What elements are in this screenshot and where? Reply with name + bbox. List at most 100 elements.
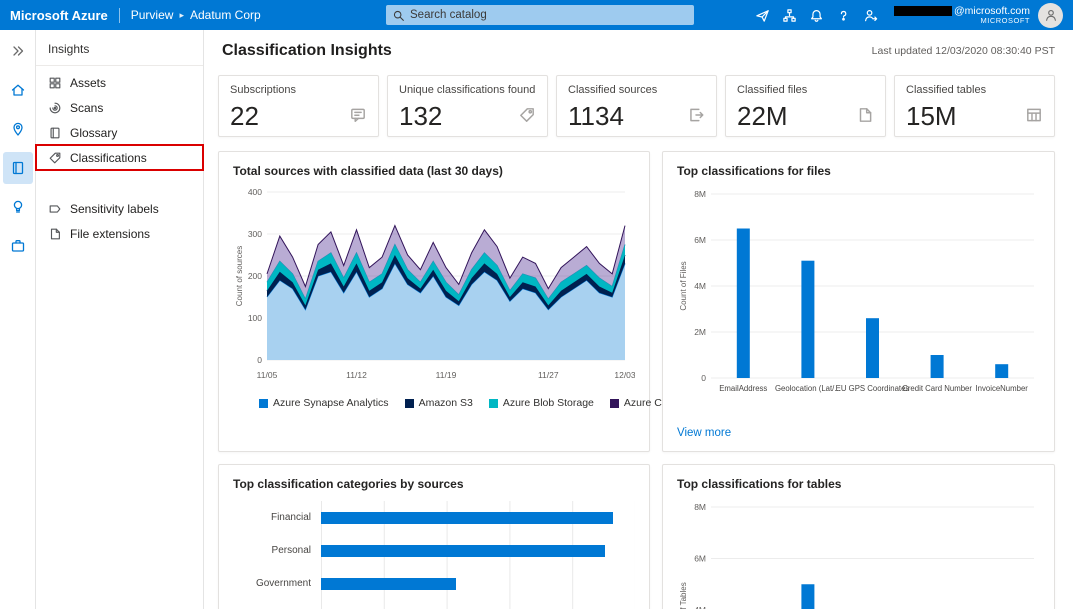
hbar-row-government: Government [233, 567, 635, 600]
svg-text:Credit Card Number: Credit Card Number [902, 384, 972, 393]
svg-text:EU GPS Coordinates: EU GPS Coordinates [836, 384, 910, 393]
brand-divider [119, 8, 120, 23]
legend-item: Azure Synapse Analytics [259, 397, 389, 409]
export-icon [687, 106, 705, 124]
stat-card-classified-tables: Classified tables 15M [894, 75, 1055, 137]
tag-icon [48, 151, 62, 165]
svg-text:4M: 4M [694, 281, 706, 291]
sidebar-item-scans[interactable]: Scans [36, 95, 203, 120]
card-top-classifications-tables: Top classifications for tables 02M4M6M8M… [662, 464, 1055, 609]
legend-swatch [405, 399, 414, 408]
stat-label: Classified files [737, 84, 874, 96]
sidebar-item-classifications[interactable]: Classifications [36, 145, 203, 170]
svg-text:Count of sources: Count of sources [235, 246, 244, 306]
svg-text:6M: 6M [694, 235, 706, 245]
hbar-category-label: Government [233, 567, 321, 600]
bell-button[interactable] [803, 0, 830, 30]
feedback-icon [863, 8, 878, 23]
breadcrumb-app[interactable]: Purview [131, 8, 174, 22]
bulb-icon [10, 199, 26, 215]
hbar-category-label: Security [233, 600, 321, 609]
svg-text:11/05: 11/05 [257, 370, 278, 380]
org-button[interactable] [776, 0, 803, 30]
case-icon [10, 238, 26, 254]
sidebar-spacer [36, 170, 203, 196]
chevrons-icon [10, 43, 26, 59]
stat-label: Classified tables [906, 84, 1043, 96]
main-header: Classification Insights Last updated 12/… [204, 30, 1073, 67]
stat-label: Subscriptions [230, 84, 367, 96]
page-body: Insights Assets Scans Glossary Classificati… [0, 30, 1073, 609]
hbar-row-personal: Personal [233, 534, 635, 567]
account-info: @microsoft.com MICROSOFT [894, 5, 1030, 26]
legend-item: Azure Blob Storage [489, 397, 594, 409]
legend-swatch [489, 399, 498, 408]
sidebar-item-label: File extensions [70, 227, 150, 241]
sidebar-item-glossary[interactable]: Glossary [36, 120, 203, 145]
svg-text:11/27: 11/27 [538, 370, 559, 380]
hbar-bar [321, 545, 605, 557]
svg-text:100: 100 [248, 313, 262, 323]
send-button[interactable] [749, 0, 776, 30]
stat-card-unique-classifications-found: Unique classifications found132 [387, 75, 548, 137]
feedback-button[interactable] [857, 0, 884, 30]
page-title: Classification Insights [222, 42, 392, 60]
rail-sources[interactable] [3, 113, 33, 145]
redacted-account-name [894, 6, 952, 16]
files-bar-chart: 02M4M6M8MEmailAddressGeolocation (Lat/..… [677, 184, 1040, 423]
hbar-category-label: Financial [233, 501, 321, 534]
sidebar-item-label: Scans [70, 101, 103, 115]
sidebar-item-label: Assets [70, 76, 106, 90]
help-button[interactable] [830, 0, 857, 30]
rail-management[interactable] [3, 230, 33, 262]
svg-text:300: 300 [248, 229, 262, 239]
help-icon [836, 8, 851, 23]
last-updated: Last updated 12/03/2020 08:30:40 PST [872, 45, 1055, 57]
catalog-search-input[interactable] [410, 9, 688, 21]
sidebar-header: Insights [36, 38, 203, 66]
svg-text:12/03: 12/03 [614, 370, 635, 380]
rail-home[interactable] [3, 74, 33, 106]
grid-icon [48, 76, 62, 90]
file-icon [48, 227, 62, 241]
rail-catalog[interactable] [3, 152, 33, 184]
card-top-classifications-files: Top classifications for files 02M4M6M8ME… [662, 151, 1055, 452]
hbar-category-label: Personal [233, 534, 321, 567]
svg-text:400: 400 [248, 187, 262, 197]
sidebar-item-assets[interactable]: Assets [36, 70, 203, 95]
rail-expand[interactable] [3, 35, 33, 67]
pin-icon [10, 121, 26, 137]
label2-icon [48, 202, 62, 216]
sidebar-item-label: Glossary [70, 126, 117, 140]
sidebar-item-file-extensions[interactable]: File extensions [36, 221, 203, 246]
book-icon [48, 126, 62, 140]
view-more-link[interactable]: View more [677, 427, 731, 439]
stat-icon-wrap [1025, 106, 1043, 129]
screen: Microsoft Azure Purview ▸ Adatum Corp @m… [0, 0, 1073, 609]
svg-text:11/19: 11/19 [436, 370, 457, 380]
file-icon [856, 106, 874, 124]
svg-text:6M: 6M [694, 554, 706, 564]
svg-text:11/12: 11/12 [346, 370, 367, 380]
svg-text:200: 200 [248, 271, 262, 281]
stat-value: 132 [399, 103, 442, 129]
stat-card-classified-files: Classified files22M [725, 75, 886, 137]
avatar[interactable] [1038, 3, 1063, 28]
hbar-track [321, 567, 635, 600]
stat-value: 22 [230, 103, 259, 129]
sidebar-item-sensitivity-labels[interactable]: Sensitivity labels [36, 196, 203, 221]
main-content: Subscriptions 22 Unique classifications fo… [204, 67, 1073, 609]
stat-value: 15M [906, 103, 957, 129]
legend-swatch [259, 399, 268, 408]
catalog-search [386, 5, 694, 25]
account-email: @microsoft.com [954, 5, 1030, 17]
stat-icon-wrap [518, 106, 536, 129]
breadcrumb-org[interactable]: Adatum Corp [190, 8, 261, 22]
chart-title-tables: Top classifications for tables [677, 477, 1040, 491]
svg-text:0: 0 [701, 373, 706, 383]
brand-logo[interactable]: Microsoft Azure [10, 8, 108, 23]
chart-title-categories: Top classification categories by sources [233, 477, 635, 491]
charts-grid: Total sources with classified data (last… [218, 151, 1055, 609]
rail-insights[interactable] [3, 191, 33, 223]
chart-title-files: Top classifications for files [677, 164, 1040, 178]
